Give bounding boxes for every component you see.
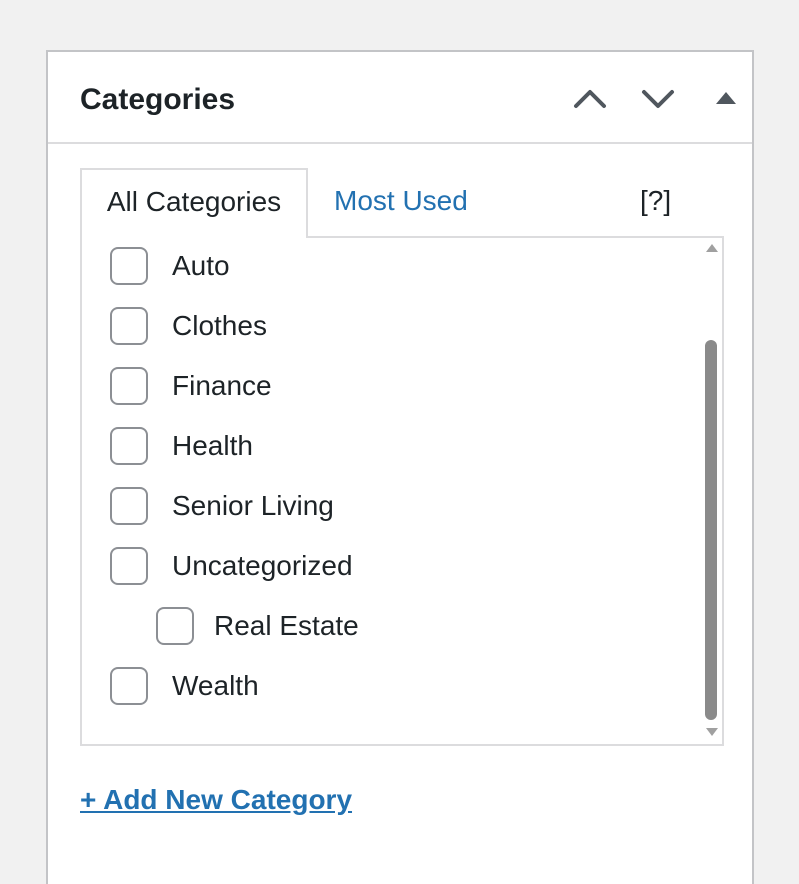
tab-most-used[interactable]: Most Used xyxy=(334,168,468,238)
triangle-up-icon xyxy=(716,92,736,104)
scroll-down-arrow-icon[interactable] xyxy=(706,728,718,736)
category-label: Health xyxy=(172,430,253,461)
category-label: Auto xyxy=(172,250,230,281)
category-label: Finance xyxy=(172,370,272,401)
category-checkbox[interactable] xyxy=(110,367,148,405)
help-link[interactable]: [?] xyxy=(640,168,671,238)
list-item[interactable]: Senior Living xyxy=(110,476,334,536)
add-new-category-link[interactable]: + Add New Category xyxy=(80,780,352,820)
panel-title: Categories xyxy=(80,83,236,116)
category-checkbox[interactable] xyxy=(110,307,148,345)
list-item[interactable]: Clothes xyxy=(110,296,267,356)
tab-all-categories[interactable]: All Categories xyxy=(80,168,308,238)
category-checkbox[interactable] xyxy=(110,667,148,705)
move-up-button[interactable] xyxy=(570,78,610,118)
toggle-panel-button[interactable] xyxy=(706,78,746,118)
panel-header: Categories xyxy=(48,52,752,144)
category-tabs: All Categories Most Used [?] xyxy=(80,168,724,238)
category-checkbox[interactable] xyxy=(110,487,148,525)
list-item[interactable]: Health xyxy=(110,416,253,476)
category-label: Senior Living xyxy=(172,490,334,521)
categories-panel: Categories All Categories Most Used [?] … xyxy=(46,50,754,884)
scrollbar[interactable] xyxy=(702,238,722,744)
category-label: Uncategorized xyxy=(172,550,353,581)
list-item[interactable]: Real Estate xyxy=(156,596,359,656)
list-item[interactable]: Finance xyxy=(110,356,272,416)
move-down-button[interactable] xyxy=(638,78,678,118)
scroll-up-arrow-icon[interactable] xyxy=(706,244,718,252)
category-label: Real Estate xyxy=(214,610,359,641)
chevron-up-icon xyxy=(574,90,606,108)
chevron-down-icon xyxy=(642,90,674,108)
list-item[interactable]: Auto xyxy=(110,238,230,296)
list-item[interactable]: Wealth xyxy=(110,656,259,716)
list-item[interactable]: Uncategorized xyxy=(110,536,353,596)
scrollbar-thumb[interactable] xyxy=(705,340,717,720)
category-checkbox[interactable] xyxy=(110,427,148,465)
category-label: Wealth xyxy=(172,670,259,701)
category-checkbox[interactable] xyxy=(110,247,148,285)
category-checklist: Auto Clothes Finance Health Senior Livin… xyxy=(80,236,724,746)
category-label: Clothes xyxy=(172,310,267,341)
category-checkbox[interactable] xyxy=(110,547,148,585)
category-checkbox[interactable] xyxy=(156,607,194,645)
